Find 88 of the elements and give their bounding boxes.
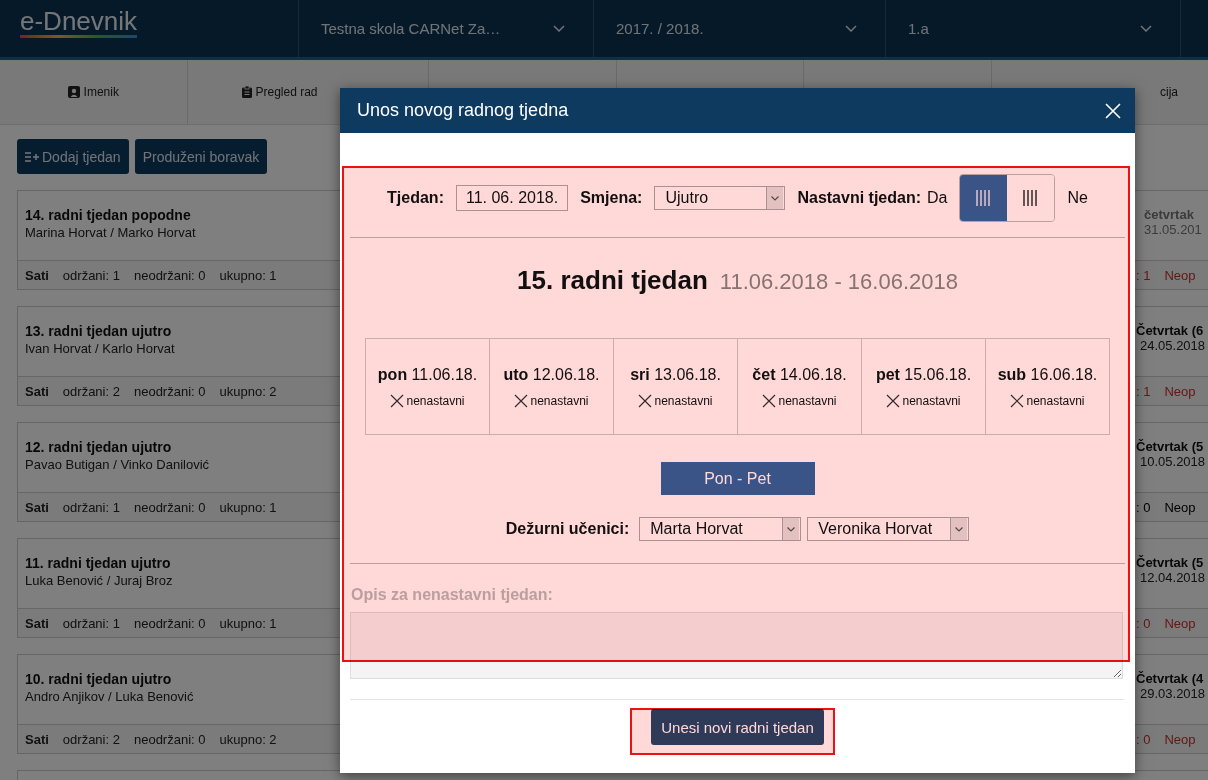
not-held-count: neodržani: 0 — [133, 267, 206, 283]
hours-label: Sati — [25, 615, 49, 631]
list-add-icon — [25, 151, 39, 162]
day-title: Četvrtak (6 — [1136, 323, 1205, 338]
day-status[interactable]: nenastavni — [1026, 393, 1085, 408]
teaching-week-label: Nastavni tjedan: — [797, 189, 922, 207]
total-count: ukupno: 1 — [219, 499, 277, 515]
week-title: 11. radni tjedan ujutro — [25, 555, 172, 571]
app-logo[interactable]: e-Dnevnik — [20, 7, 138, 38]
nav-tab[interactable]: Pregled rad — [255, 85, 318, 99]
hours-label: Sati — [25, 499, 49, 515]
day-date: 24.05.2018 — [1139, 338, 1207, 353]
day-status[interactable]: nenastavni — [902, 393, 961, 408]
held-count: održani: 1 — [62, 499, 120, 515]
week-title: 13. radni tjedan ujutro — [25, 323, 173, 339]
week-title: 10. radni tjedan ujutro — [25, 671, 173, 687]
close-icon[interactable] — [1105, 102, 1121, 119]
description-label: Opis za nenastavni tjedan: — [350, 586, 554, 604]
chevron-down-icon — [845, 25, 857, 32]
week-duty-names: Andro Anjikov / Luka Benović — [25, 689, 194, 704]
status-text: Neop — [1164, 267, 1196, 283]
clipboard-icon — [241, 86, 252, 98]
week-duty-names: Pavao Butigan / Vinko Danilović — [25, 457, 210, 472]
day-status[interactable]: nenastavni — [530, 393, 589, 408]
day-label: čet 14.06.18. — [752, 365, 847, 384]
day-date: 10.05.2018 — [1139, 454, 1207, 469]
week-heading: 15. radni tjedan — [517, 265, 708, 296]
held-count: održani: 2 — [62, 383, 120, 399]
week-duty-names: Ivan Horvat / Karlo Horvat — [25, 341, 175, 356]
total-count: ukupno: 2 — [219, 731, 277, 747]
no-label: Ne — [1067, 189, 1088, 207]
not-held-count: neodržani: 0 — [133, 499, 206, 515]
extended-stay-button[interactable]: Produženi boravak — [134, 139, 268, 174]
held-count: održani: 1 — [62, 615, 120, 631]
day-label: sri 13.06.18. — [630, 365, 721, 384]
held-count: održani: 1 — [62, 267, 120, 283]
header-dropdown[interactable]: 1.a — [885, 0, 1180, 57]
day-title: četvrtak — [1143, 207, 1195, 222]
not-held-count: neodržani: 0 — [133, 731, 206, 747]
day-label: pon 11.06.18. — [377, 365, 478, 384]
contact-card-icon — [67, 86, 80, 98]
count-text: : 1 — [1136, 383, 1151, 399]
duty-students-label: Dežurni učenici: — [505, 520, 630, 538]
day-label: sub 16.06.18. — [997, 365, 1098, 384]
hours-label: Sati — [25, 731, 49, 747]
week-title: 14. radni tjedan popodne — [25, 207, 192, 223]
day-status[interactable]: nenastavni — [406, 393, 465, 408]
modal-title: Unos novog radnog tjedna — [357, 100, 569, 121]
day-title: Četvrtak (5 — [1136, 439, 1205, 454]
day-date: 29.03.2018 — [1139, 686, 1207, 701]
week-duty-names: Luka Benović / Juraj Broz — [25, 573, 173, 588]
yes-label: Da — [927, 189, 948, 207]
total-count: ukupno: 1 — [219, 267, 277, 283]
hours-label: Sati — [25, 383, 49, 399]
day-label: pet 15.06.18. — [875, 365, 972, 384]
day-title: Četvrtak (5 — [1136, 555, 1205, 570]
chevron-down-icon — [1140, 25, 1152, 32]
hours-label: Sati — [25, 267, 49, 283]
day-date: 31.05.201 — [1143, 222, 1203, 237]
total-count: ukupno: 1 — [219, 615, 277, 631]
week-duty-names: Marina Horvat / Marko Horvat — [25, 225, 196, 240]
day-label: uto 12.06.18. — [503, 365, 600, 384]
week-date-range: 11.06.2018 - 16.06.2018 — [719, 269, 958, 295]
status-text: Neop — [1164, 731, 1196, 747]
status-text: Neop — [1164, 499, 1196, 515]
header-dropdown[interactable]: Testna skola CARNet Za… — [298, 0, 593, 57]
day-status[interactable]: nenastavni — [654, 393, 713, 408]
shift-label: Smjena: — [580, 189, 643, 207]
nav-tab[interactable]: cija — [1160, 85, 1178, 99]
held-count: održani: 2 — [62, 731, 120, 747]
status-text: Neop — [1164, 615, 1196, 631]
count-text: : 0 — [1136, 731, 1151, 747]
add-week-button[interactable]: Dodaj tjedan — [17, 139, 129, 174]
week-label: Tjedan: — [387, 189, 444, 207]
total-count: ukupno: 2 — [219, 383, 277, 399]
day-status[interactable]: nenastavni — [778, 393, 837, 408]
count-text: : 1 — [1136, 267, 1151, 283]
status-text: Neop — [1164, 383, 1196, 399]
header-dropdown[interactable]: 2017. / 2018. — [593, 0, 885, 57]
not-held-count: neodržani: 0 — [133, 615, 206, 631]
nav-tab[interactable]: Imenik — [83, 85, 119, 99]
count-text: : 0 — [1136, 615, 1151, 631]
day-date: 12.04.2018 — [1139, 570, 1207, 585]
not-held-count: neodržani: 0 — [133, 383, 206, 399]
chevron-down-icon — [553, 25, 565, 32]
week-title: 12. radni tjedan ujutro — [25, 439, 173, 455]
day-title: Četvrtak (4 — [1136, 671, 1205, 686]
count-text: : 0 — [1136, 499, 1151, 515]
